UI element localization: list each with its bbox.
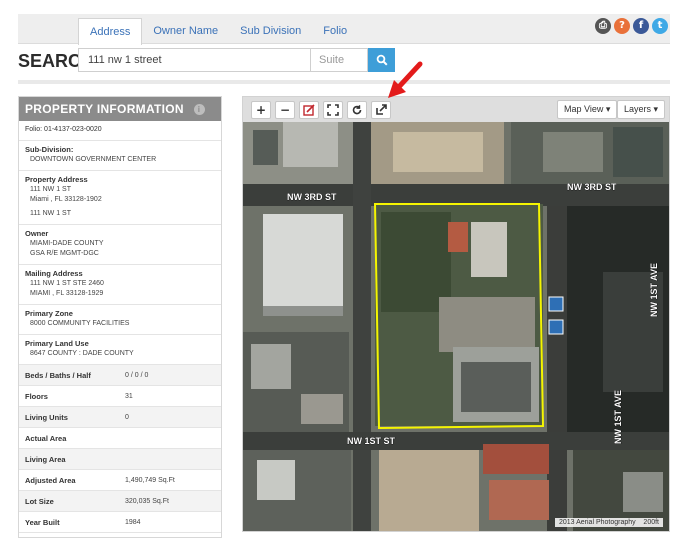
table-row: Floors 31	[19, 386, 221, 407]
fullscreen-icon	[327, 104, 339, 116]
search-type-tabbar: Address Owner Name Sub Division Folio ⎙ …	[18, 14, 670, 45]
property-address-label: Property Address	[25, 175, 88, 184]
row-value: 1984	[125, 518, 141, 526]
property-address-block: Property Address 111 NW 1 ST Miami , FL …	[19, 171, 221, 225]
attribution-text: 2013 Aerial Photography	[558, 519, 636, 526]
pencil-square-icon	[303, 104, 315, 116]
mailing-address-line: 111 NW 1 ST STE 2460	[30, 280, 104, 287]
table-row: Living Area	[19, 449, 221, 470]
search-input[interactable]: 111 nw 1 street	[78, 48, 311, 72]
map-panel: + − Map View ▾ Layers ▾ NW 3RD ST NW 3RD…	[242, 96, 670, 532]
help-icon[interactable]: ?	[614, 18, 630, 34]
caret-down-icon: ▾	[653, 104, 659, 114]
table-row: Living Units 0	[19, 407, 221, 428]
owner-block: Owner MIAMI-DADE COUNTY GSA R/E MGMT-DGC	[19, 225, 221, 265]
primary-land-use-block: Primary Land Use 8647 COUNTY : DADE COUN…	[19, 335, 221, 365]
aerial-photo[interactable]: NW 3RD ST NW 3RD ST NW 1ST AVE NW 1ST AV…	[243, 122, 669, 531]
row-label: Adjusted Area	[25, 475, 76, 485]
panel-title: PROPERTY INFORMATION	[25, 102, 184, 116]
row-label: Lot Size	[25, 496, 54, 506]
fullscreen-button[interactable]	[323, 101, 343, 119]
tab-folio[interactable]: Folio	[312, 18, 358, 44]
property-address-line: Miami , FL 33128-1902	[30, 196, 102, 203]
search-row: SEARCH: 111 nw 1 street Suite	[18, 48, 670, 74]
row-value: 0	[125, 413, 129, 421]
property-address-extra: 111 NW 1 ST	[30, 210, 71, 217]
tab-address[interactable]: Address	[78, 18, 143, 45]
zoom-out-button[interactable]: −	[275, 101, 295, 119]
primary-land-use-label: Primary Land Use	[25, 339, 89, 348]
row-label: Actual Area	[25, 433, 67, 443]
row-label: Year Built	[25, 517, 60, 527]
table-row: Year Built 1984	[19, 512, 221, 533]
folio-block: Folio: 01-4137-023-0020	[19, 121, 221, 141]
row-label: Living Area	[25, 454, 66, 464]
zoom-in-button[interactable]: +	[251, 101, 271, 119]
panel-header: PROPERTY INFORMATION i	[19, 97, 221, 121]
minus-icon: −	[279, 103, 291, 117]
layers-dropdown[interactable]: Layers ▾	[617, 100, 666, 119]
tab-owner-name[interactable]: Owner Name	[142, 18, 229, 44]
street-label: NW 3RD ST	[287, 192, 337, 202]
draw-tool-button[interactable]	[299, 101, 319, 119]
aerial-map[interactable]: NW 3RD ST NW 3RD ST NW 1ST AVE NW 1ST AV…	[243, 122, 669, 531]
refresh-button[interactable]	[347, 101, 367, 119]
external-link-icon	[376, 104, 387, 115]
owner-label: Owner	[25, 229, 49, 238]
map-attribution: 2013 Aerial Photography 200ft	[554, 518, 663, 527]
row-value: 1,490,749 Sq.Ft	[125, 476, 175, 484]
primary-zone-label: Primary Zone	[25, 309, 73, 318]
table-row: Lot Size 320,035 Sq.Ft	[19, 491, 221, 512]
divider	[18, 80, 670, 84]
mailing-address-label: Mailing Address	[25, 269, 83, 278]
street-label: NW 1ST AVE	[649, 263, 659, 317]
annotation-arrow-icon	[388, 61, 423, 98]
print-icon[interactable]: ⎙	[595, 18, 611, 34]
layers-label: Layers	[624, 104, 652, 114]
subdivision-value: DOWNTOWN GOVERNMENT CENTER	[30, 156, 157, 163]
subdivision-label: Sub-Division:	[25, 145, 74, 154]
twitter-icon[interactable]: t	[652, 18, 668, 34]
mailing-address-line: MIAMI , FL 33128-1929	[30, 290, 104, 297]
plus-icon: +	[255, 103, 267, 117]
info-icon[interactable]: i	[193, 104, 205, 116]
suite-input[interactable]: Suite	[310, 48, 368, 72]
caret-down-icon: ▾	[605, 104, 611, 114]
row-label: Beds / Baths / Half	[25, 370, 91, 380]
map-view-label: Map View	[564, 104, 604, 114]
row-value: 31	[125, 392, 133, 400]
owner-line: GSA R/E MGMT-DGC	[30, 250, 99, 257]
scale-bar-label: 200ft	[643, 519, 659, 526]
table-row: Actual Area	[19, 428, 221, 449]
street-label: NW 1ST ST	[347, 436, 396, 446]
map-toolbar: + − Map View ▾ Layers ▾	[243, 97, 669, 122]
table-row: Adjusted Area 1,490,749 Sq.Ft	[19, 470, 221, 491]
primary-land-use-value: 8647 COUNTY : DADE COUNTY	[30, 350, 134, 357]
row-label: Living Units	[25, 412, 68, 422]
subdivision-block: Sub-Division: DOWNTOWN GOVERNMENT CENTER	[19, 141, 221, 171]
property-address-line: 111 NW 1 ST	[30, 186, 71, 193]
row-label: Floors	[25, 391, 48, 401]
primary-zone-block: Primary Zone 8000 COMMUNITY FACILITIES	[19, 305, 221, 335]
map-view-dropdown[interactable]: Map View ▾	[557, 100, 618, 119]
facebook-icon[interactable]: f	[633, 18, 649, 34]
property-info-panel: PROPERTY INFORMATION i Folio: 01-4137-02…	[18, 96, 222, 538]
street-label: NW 3RD ST	[567, 182, 617, 192]
owner-line: MIAMI-DADE COUNTY	[30, 240, 104, 247]
street-label: NW 1ST AVE	[613, 390, 623, 444]
search-tabs: Address Owner Name Sub Division Folio	[78, 18, 358, 45]
folio: Folio: 01-4137-023-0020	[25, 126, 102, 133]
share-icons: ⎙ ? f t	[595, 18, 668, 34]
refresh-icon	[352, 105, 362, 115]
row-value: 0 / 0 / 0	[125, 371, 149, 379]
tab-sub-division[interactable]: Sub Division	[229, 18, 312, 44]
mailing-address-block: Mailing Address 111 NW 1 ST STE 2460 MIA…	[19, 265, 221, 305]
row-value: 320,035 Sq.Ft	[125, 497, 169, 505]
primary-zone-value: 8000 COMMUNITY FACILITIES	[30, 320, 130, 327]
table-row: Beds / Baths / Half 0 / 0 / 0	[19, 365, 221, 386]
